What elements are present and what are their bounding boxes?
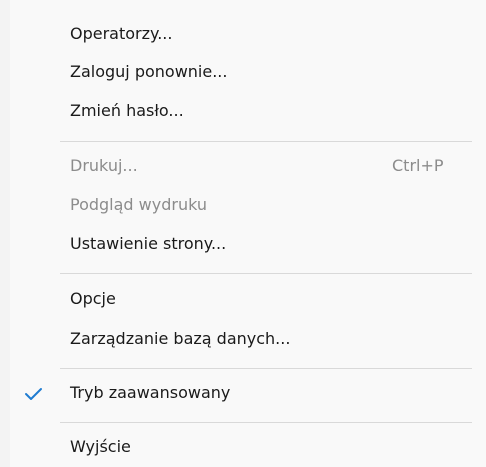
menu-item-podglad-wydruku: Podgląd wydruku: [0, 189, 486, 223]
menu-item-label: Opcje: [70, 289, 116, 308]
menu-item-zarzadzanie-baza-danych[interactable]: Zarządzanie bazą danych...: [0, 323, 486, 357]
checkmark-icon: [20, 381, 48, 407]
menu-item-zaloguj-ponownie[interactable]: Zaloguj ponownie...: [0, 56, 486, 90]
menu-item-drukuj: Drukuj... Ctrl+P: [0, 150, 486, 184]
context-menu: Operatorzy... Zaloguj ponownie... Zmień …: [0, 0, 486, 467]
menu-item-label: Podgląd wydruku: [70, 195, 208, 214]
menu-item-label: Drukuj...: [70, 156, 138, 175]
menu-item-label: Tryb zaawansowany: [70, 383, 231, 402]
menu-item-label: Zmień hasło...: [70, 101, 184, 120]
menu-item-label: Operatorzy...: [70, 24, 173, 43]
menu-item-label: Ustawienie strony...: [70, 234, 227, 253]
menu-separator: [60, 422, 472, 423]
menu-separator: [60, 141, 472, 142]
menu-item-opcje[interactable]: Opcje: [0, 283, 486, 317]
menu-item-zmien-haslo[interactable]: Zmień hasło...: [0, 95, 486, 129]
menu-separator: [60, 368, 472, 369]
menu-item-label: Wyjście: [70, 437, 131, 456]
menu-item-wyjscie[interactable]: Wyjście: [0, 431, 486, 465]
menu-item-label: Zarządzanie bazą danych...: [70, 329, 291, 348]
menu-item-operatorzy[interactable]: Operatorzy...: [0, 18, 486, 52]
menu-item-label: Zaloguj ponownie...: [70, 62, 228, 81]
menu-item-shortcut: Ctrl+P: [392, 156, 444, 175]
menu-item-ustawienie-strony[interactable]: Ustawienie strony...: [0, 228, 486, 262]
menu-separator: [60, 273, 472, 274]
menu-item-tryb-zaawansowany[interactable]: Tryb zaawansowany: [0, 377, 486, 411]
